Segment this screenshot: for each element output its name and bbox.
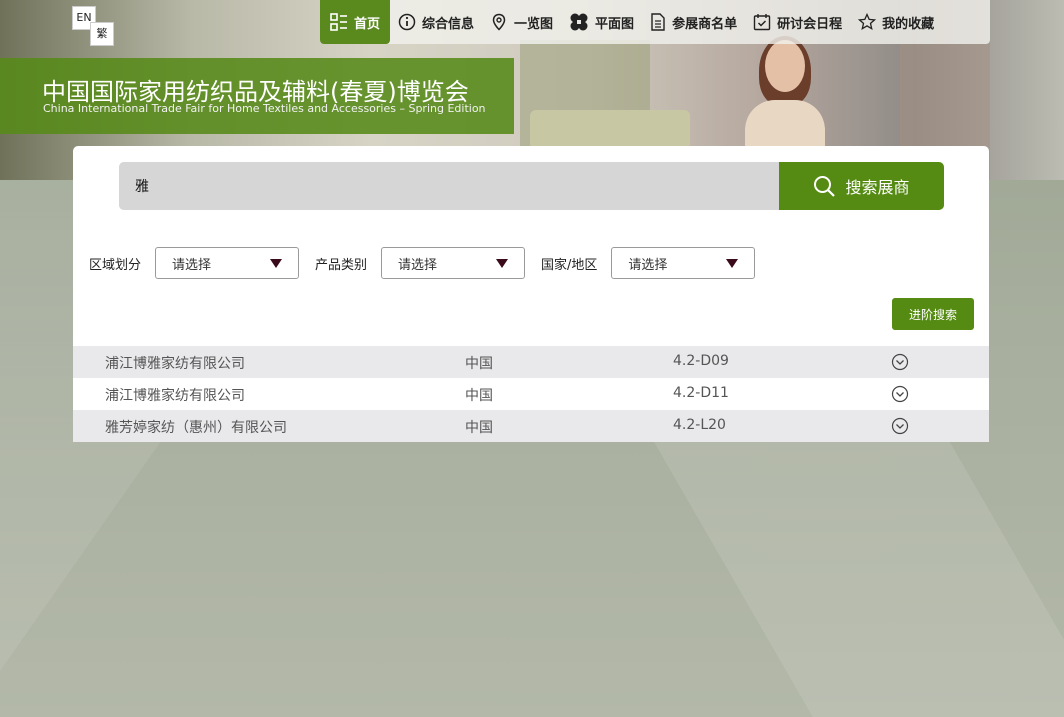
company-name: 雅芳婷家纺（惠州）有限公司	[105, 420, 287, 436]
search-panel: 搜索展商 区域划分 请选择 产品类别 请选择 国家/地区 请选择 进阶搜索 浦江…	[73, 146, 989, 442]
advanced-search-button[interactable]: 进阶搜索	[892, 298, 974, 330]
booth-number: 4.2-D09	[673, 353, 729, 369]
nav-item-label: 一览图	[514, 16, 554, 32]
nav-item-label: 平面图	[595, 16, 635, 32]
filter-label-country: 国家/地区	[541, 257, 598, 273]
table-row[interactable]: 雅芳婷家纺（惠州）有限公司 中国 4.2-L20	[73, 410, 989, 442]
nav-item-home[interactable]: 首页	[320, 0, 391, 44]
expand-chevron-icon[interactable]	[891, 353, 909, 371]
booth-number: 4.2-L20	[673, 417, 726, 433]
filter-bar: 区域划分 请选择 产品类别 请选择 国家/地区 请选择	[89, 246, 771, 280]
company-name: 浦江博雅家纺有限公司	[105, 356, 245, 372]
nav-item-exhibitor-list[interactable]: 参展商名单	[642, 0, 745, 44]
language-traditional-link[interactable]: 繁	[90, 22, 114, 46]
map-pin-icon	[492, 13, 506, 31]
nav-item-seminar-schedule[interactable]: 研讨会日程	[745, 0, 850, 44]
hero-sofa-image	[530, 110, 690, 150]
search-icon	[814, 176, 836, 197]
info-circle-icon	[398, 13, 416, 31]
floorplan-icon	[570, 13, 588, 31]
fair-title-banner: 中国国际家用纺织品及辅料(春夏)博览会 China International …	[0, 58, 514, 134]
calendar-check-icon	[753, 14, 771, 31]
document-icon	[651, 13, 665, 31]
company-country: 中国	[465, 356, 493, 372]
page-subtitle: China International Trade Fair for Home …	[43, 102, 486, 115]
nav-item-label: 研讨会日程	[777, 16, 843, 32]
search-button-label: 搜索展商	[845, 178, 910, 197]
select-value: 请选择	[398, 257, 438, 273]
dropdown-arrow-icon	[726, 258, 739, 268]
filter-label-region: 区域划分	[89, 257, 142, 273]
filter-label-product-category: 产品类别	[315, 257, 368, 273]
search-exhibitor-button[interactable]: 搜索展商	[779, 162, 944, 210]
region-select[interactable]: 请选择	[155, 247, 300, 279]
select-value: 请选择	[172, 257, 212, 273]
nav-item-favorites[interactable]: 我的收藏	[850, 0, 942, 44]
home-grid-icon	[330, 13, 347, 31]
nav-item-label: 我的收藏	[882, 16, 935, 32]
star-icon	[858, 13, 877, 31]
country-select[interactable]: 请选择	[611, 247, 756, 279]
nav-item-label: 参展商名单	[672, 16, 738, 32]
company-country: 中国	[465, 420, 493, 436]
nav-item-general-info[interactable]: 综合信息	[390, 0, 482, 44]
dropdown-arrow-icon	[270, 258, 283, 268]
dropdown-arrow-icon	[496, 258, 509, 268]
nav-item-label: 综合信息	[422, 16, 475, 32]
search-bar: 搜索展商	[119, 162, 944, 210]
results-table: 浦江博雅家纺有限公司 中国 4.2-D09 浦江博雅家纺有限公司 中国 4.2-…	[73, 346, 989, 442]
search-input[interactable]	[119, 162, 779, 210]
company-name: 浦江博雅家纺有限公司	[105, 388, 245, 404]
booth-number: 4.2-D11	[673, 385, 729, 401]
product-category-select[interactable]: 请选择	[381, 247, 526, 279]
language-switcher: EN 繁	[72, 6, 114, 46]
nav-item-overview-map[interactable]: 一览图	[482, 0, 561, 44]
nav-item-label: 首页	[354, 16, 381, 32]
company-country: 中国	[465, 388, 493, 404]
table-row[interactable]: 浦江博雅家纺有限公司 中国 4.2-D11	[73, 378, 989, 410]
expand-chevron-icon[interactable]	[891, 417, 909, 435]
top-navigation: 首页 综合信息 一览图 平面图 参展商名单 研讨会日程 我的收藏	[320, 0, 990, 44]
select-value: 请选择	[628, 257, 668, 273]
nav-item-floorplan[interactable]: 平面图	[561, 0, 642, 44]
expand-chevron-icon[interactable]	[891, 385, 909, 403]
table-row[interactable]: 浦江博雅家纺有限公司 中国 4.2-D09	[73, 346, 989, 378]
